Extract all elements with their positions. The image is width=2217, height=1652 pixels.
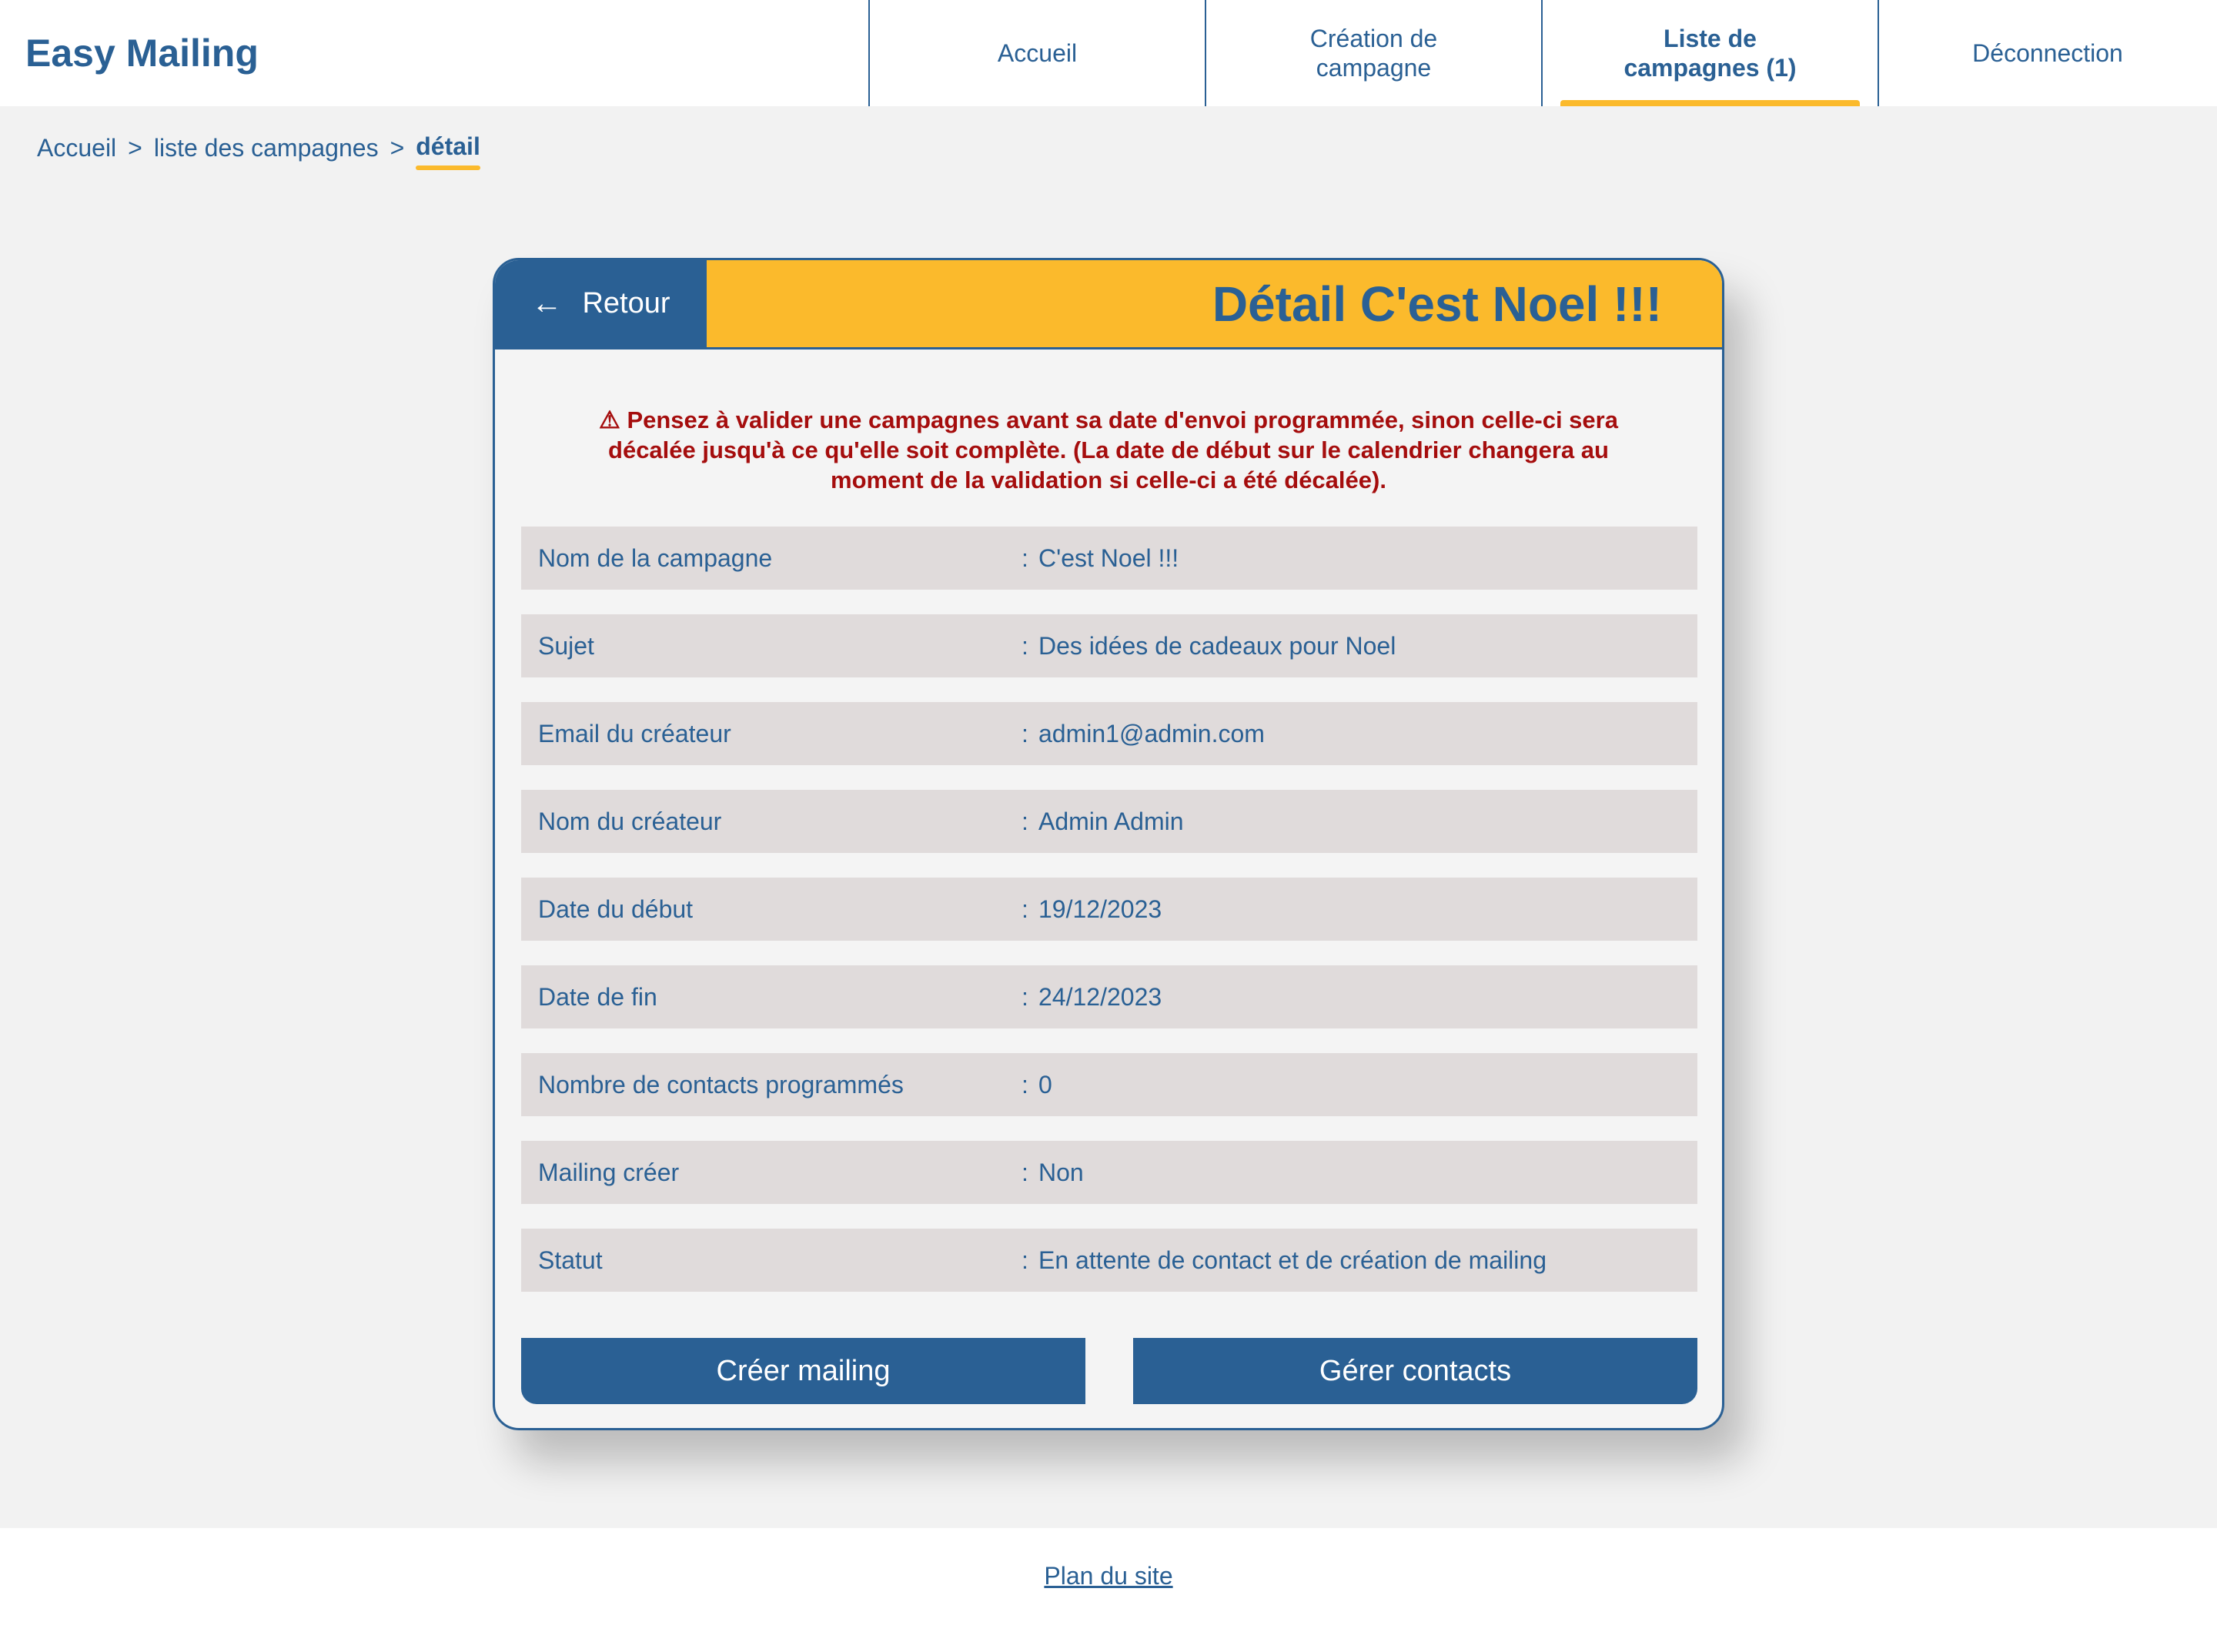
detail-label: Nom du créateur: [538, 807, 722, 835]
detail-row-email-createur: Email du créateur : admin1@admin.com: [521, 702, 1697, 765]
nav-item-label: Liste de campagnes (1): [1623, 25, 1797, 82]
detail-label: Mailing créer: [538, 1158, 680, 1186]
back-button-label: Retour: [582, 287, 670, 319]
detail-label: Nombre de contacts programmés: [538, 1070, 904, 1099]
arrow-left-icon: ←: [531, 286, 563, 320]
breadcrumb-current: détail: [416, 132, 480, 170]
breadcrumb-liste-campagnes[interactable]: liste des campagnes: [154, 134, 379, 162]
detail-colon: :: [1022, 895, 1028, 923]
detail-row-nombre-contacts: Nombre de contacts programmés : 0: [521, 1053, 1697, 1116]
breadcrumb-separator: >: [128, 133, 142, 162]
main-nav: Accueil Création de campagne Liste de ca…: [868, 0, 2216, 106]
page-footer: Plan du site: [0, 1528, 2217, 1652]
card-header: ← Retour Détail C'est Noel !!!: [495, 260, 1722, 347]
detail-value: 19/12/2023: [1038, 895, 1162, 923]
detail-value: 0: [1038, 1070, 1052, 1099]
breadcrumb-accueil[interactable]: Accueil: [37, 134, 116, 162]
detail-colon: :: [1022, 1070, 1028, 1099]
nav-item-accueil[interactable]: Accueil: [868, 0, 1205, 106]
detail-value: Des idées de cadeaux pour Noel: [1038, 631, 1396, 660]
warning-message: ⚠ Pensez à valider une campagnes avant s…: [572, 405, 1645, 495]
create-mailing-button[interactable]: Créer mailing: [521, 1338, 1085, 1404]
page-title: Détail C'est Noel !!!: [1212, 276, 1662, 332]
nav-item-label: Déconnection: [1972, 39, 2123, 67]
nav-item-deconnection[interactable]: Déconnection: [1878, 0, 2216, 106]
brand-logo[interactable]: Easy Mailing: [25, 29, 259, 77]
sitemap-link[interactable]: Plan du site: [0, 1562, 2217, 1590]
back-button[interactable]: ← Retour: [495, 260, 707, 347]
detail-row-sujet: Sujet : Des idées de cadeaux pour Noel: [521, 614, 1697, 677]
nav-item-liste-campagnes[interactable]: Liste de campagnes (1): [1541, 0, 1878, 106]
detail-value: admin1@admin.com: [1038, 719, 1265, 747]
warning-text: Pensez à valider une campagnes avant sa …: [608, 406, 1618, 493]
detail-value: Admin Admin: [1038, 807, 1184, 835]
detail-colon: :: [1022, 807, 1028, 835]
detail-label: Date du début: [538, 895, 694, 923]
detail-label: Date de fin: [538, 982, 657, 1011]
header-divider: [495, 347, 1722, 349]
action-buttons: Créer mailing Gérer contacts: [521, 1338, 1697, 1404]
title-bar: Détail C'est Noel !!!: [707, 260, 1722, 347]
detail-list: Nom de la campagne : C'est Noel !!! Suje…: [521, 527, 1697, 1316]
detail-row-nom-campagne: Nom de la campagne : C'est Noel !!!: [521, 527, 1697, 590]
active-nav-indicator: [1560, 100, 1860, 106]
detail-label: Sujet: [538, 631, 594, 660]
detail-colon: :: [1022, 719, 1028, 747]
detail-colon: :: [1022, 1158, 1028, 1186]
detail-label: Statut: [538, 1246, 603, 1274]
detail-label: Nom de la campagne: [538, 543, 773, 572]
detail-value: 24/12/2023: [1038, 982, 1162, 1011]
detail-row-date-debut: Date du début : 19/12/2023: [521, 878, 1697, 941]
nav-item-creation-campagne[interactable]: Création de campagne: [1205, 0, 1541, 106]
detail-colon: :: [1022, 543, 1028, 572]
top-header: Easy Mailing Accueil Création de campagn…: [0, 0, 2217, 106]
nav-item-label: Accueil: [997, 39, 1078, 67]
detail-row-date-fin: Date de fin : 24/12/2023: [521, 965, 1697, 1028]
detail-row-statut: Statut : En attente de contact et de cré…: [521, 1229, 1697, 1292]
breadcrumb: Accueil > liste des campagnes > détail: [37, 129, 480, 170]
warning-icon: ⚠: [599, 406, 620, 433]
detail-value: En attente de contact et de création de …: [1038, 1246, 1547, 1274]
detail-label: Email du créateur: [538, 719, 731, 747]
detail-colon: :: [1022, 631, 1028, 660]
campaign-detail-card: ← Retour Détail C'est Noel !!! ⚠ Pensez …: [493, 258, 1724, 1430]
detail-value: C'est Noel !!!: [1038, 543, 1179, 572]
breadcrumb-separator: >: [390, 133, 405, 162]
detail-row-nom-createur: Nom du créateur : Admin Admin: [521, 790, 1697, 853]
detail-value: Non: [1038, 1158, 1084, 1186]
detail-colon: :: [1022, 982, 1028, 1011]
nav-item-label: Création de campagne: [1309, 25, 1438, 82]
detail-row-mailing-creer: Mailing créer : Non: [521, 1141, 1697, 1204]
detail-colon: :: [1022, 1246, 1028, 1274]
manage-contacts-button[interactable]: Gérer contacts: [1133, 1338, 1697, 1404]
